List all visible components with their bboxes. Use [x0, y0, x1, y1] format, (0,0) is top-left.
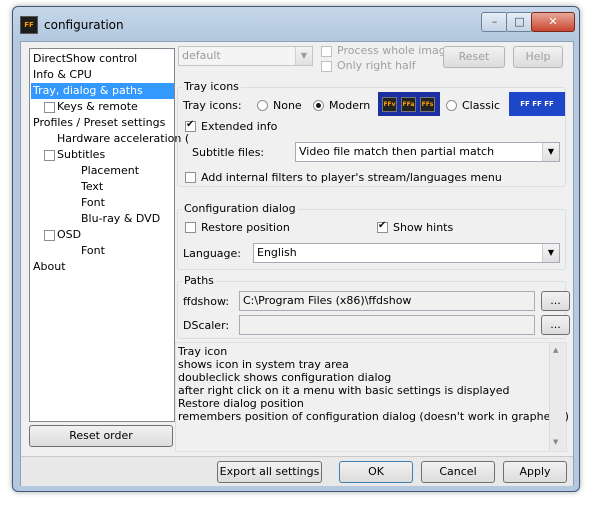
dialog-button-bar: Export all settings OK Cancel Apply — [21, 456, 573, 486]
process-whole-image-checkbox[interactable] — [321, 46, 332, 57]
tree-item-osd[interactable]: OSD — [57, 227, 81, 243]
ok-button[interactable]: OK — [339, 461, 413, 483]
hint-text-area[interactable]: Tray icon shows icon in system tray area… — [175, 342, 569, 452]
subtitle-files-value: Video file match then partial match — [299, 145, 495, 158]
subtitles-checkbox[interactable] — [44, 150, 55, 161]
scroll-up-icon[interactable]: ▲ — [553, 346, 558, 354]
ffv-icon: FFv — [382, 97, 397, 112]
ffdshow-icon: FF — [20, 16, 38, 34]
chevron-down-icon: ▼ — [542, 143, 559, 161]
tree-item-about[interactable]: About — [33, 259, 66, 275]
tree-item-osd-font[interactable]: Font — [81, 243, 105, 259]
only-right-half-checkbox[interactable] — [321, 61, 332, 72]
preset-value: default — [182, 49, 221, 62]
dscaler-path-field[interactable] — [239, 315, 535, 335]
settings-tree[interactable]: DirectShow control Info & CPU Tray, dial… — [29, 48, 189, 422]
tree-item-hardware-acceleration[interactable]: Hardware acceleration ( — [57, 131, 189, 147]
ffs-icon: FFs — [420, 97, 435, 112]
modern-tray-icons-preview: FFv FFa FFs — [378, 92, 440, 116]
reset-order-button[interactable]: Reset order — [29, 425, 173, 447]
preset-dropdown[interactable]: default ▼ — [178, 46, 313, 66]
reset-button[interactable]: Reset — [443, 46, 505, 68]
close-button[interactable]: ✕ — [531, 12, 575, 32]
tree-item-bluray-dvd[interactable]: Blu-ray & DVD — [81, 211, 160, 227]
ffdshow-path-label: ffdshow: — [183, 295, 230, 308]
show-hints-label: Show hints — [393, 221, 454, 234]
restore-position-label: Restore position — [201, 221, 290, 234]
hint-line: doubleclick shows configuration dialog — [178, 371, 392, 384]
hint-line: Tray icon — [178, 345, 228, 358]
extended-info-label: Extended info — [201, 120, 278, 133]
restore-position-checkbox[interactable] — [185, 222, 196, 233]
dialog-client-area: DirectShow control Info & CPU Tray, dial… — [20, 41, 574, 486]
subtitle-files-dropdown[interactable]: Video file match then partial match ▼ — [295, 142, 560, 162]
tray-modern-label: Modern — [329, 99, 371, 112]
help-button[interactable]: Help — [513, 46, 563, 68]
hint-line: after right click on it a menu with basi… — [178, 384, 510, 397]
tray-classic-radio[interactable] — [446, 100, 457, 111]
add-internal-filters-checkbox[interactable] — [185, 172, 196, 183]
minimize-button[interactable]: – — [481, 12, 508, 32]
keys-remote-checkbox[interactable] — [44, 102, 55, 113]
tree-item-profiles-presets[interactable]: Profiles / Preset settings — [33, 115, 165, 131]
tree-item-tray-dialog-paths[interactable]: Tray, dialog & paths — [31, 83, 174, 99]
add-internal-filters-label: Add internal filters to player's stream/… — [201, 171, 502, 184]
maximize-button[interactable]: □ — [506, 12, 533, 32]
tree-item-directshow-control[interactable]: DirectShow control — [33, 51, 137, 67]
osd-checkbox[interactable] — [44, 230, 55, 241]
tree-item-font[interactable]: Font — [81, 195, 105, 211]
tree-item-info-cpu[interactable]: Info & CPU — [33, 67, 92, 83]
classic-tray-icons-preview: FF FF FF — [509, 92, 565, 116]
tree-item-text[interactable]: Text — [81, 179, 103, 195]
ffa-icon: FFa — [401, 97, 416, 112]
tray-classic-label: Classic — [462, 99, 501, 112]
chevron-down-icon: ▼ — [295, 47, 312, 65]
hint-line: shows icon in system tray area — [178, 358, 349, 371]
show-hints-checkbox[interactable] — [377, 220, 388, 233]
tray-none-radio[interactable] — [257, 100, 268, 111]
hint-scrollbar[interactable]: ▲ ▼ — [549, 343, 566, 451]
extended-info-checkbox[interactable] — [185, 119, 196, 132]
language-dropdown[interactable]: English ▼ — [253, 243, 560, 263]
configuration-dialog-group-title: Configuration dialog — [182, 202, 298, 216]
ffdshow-browse-button[interactable]: ... — [541, 291, 570, 311]
process-whole-image-label: Process whole image — [337, 44, 453, 57]
dscaler-path-label: DScaler: — [183, 319, 230, 332]
title-bar[interactable]: FF configuration – □ ✕ — [13, 7, 579, 41]
export-all-settings-button[interactable]: Export all settings — [217, 461, 322, 483]
subtitle-files-label: Subtitle files: — [192, 146, 265, 159]
configuration-window: FF configuration – □ ✕ DirectShow contro… — [12, 6, 580, 492]
only-right-half-label: Only right half — [337, 59, 416, 72]
tree-item-placement[interactable]: Placement — [81, 163, 139, 179]
window-title: configuration — [44, 18, 124, 32]
dscaler-browse-button[interactable]: ... — [541, 315, 570, 335]
language-label: Language: — [183, 247, 241, 260]
tree-item-keys-remote[interactable]: Keys & remote — [57, 99, 138, 115]
hint-line: Restore dialog position — [178, 397, 304, 410]
tray-icons-label: Tray icons: — [183, 99, 242, 112]
tray-modern-radio[interactable] — [313, 100, 324, 111]
paths-group-title: Paths — [182, 274, 216, 288]
chevron-down-icon: ▼ — [542, 244, 559, 262]
tray-icons-group-title: Tray icons — [182, 80, 241, 94]
tree-item-subtitles[interactable]: Subtitles — [57, 147, 105, 163]
tray-none-label: None — [273, 99, 302, 112]
hint-line: remembers position of configuration dial… — [178, 410, 569, 423]
scroll-down-icon[interactable]: ▼ — [553, 438, 558, 446]
ffdshow-path-field[interactable]: C:\Program Files (x86)\ffdshow — [239, 291, 535, 311]
apply-button[interactable]: Apply — [503, 461, 567, 483]
language-value: English — [257, 246, 297, 259]
cancel-button[interactable]: Cancel — [421, 461, 495, 483]
